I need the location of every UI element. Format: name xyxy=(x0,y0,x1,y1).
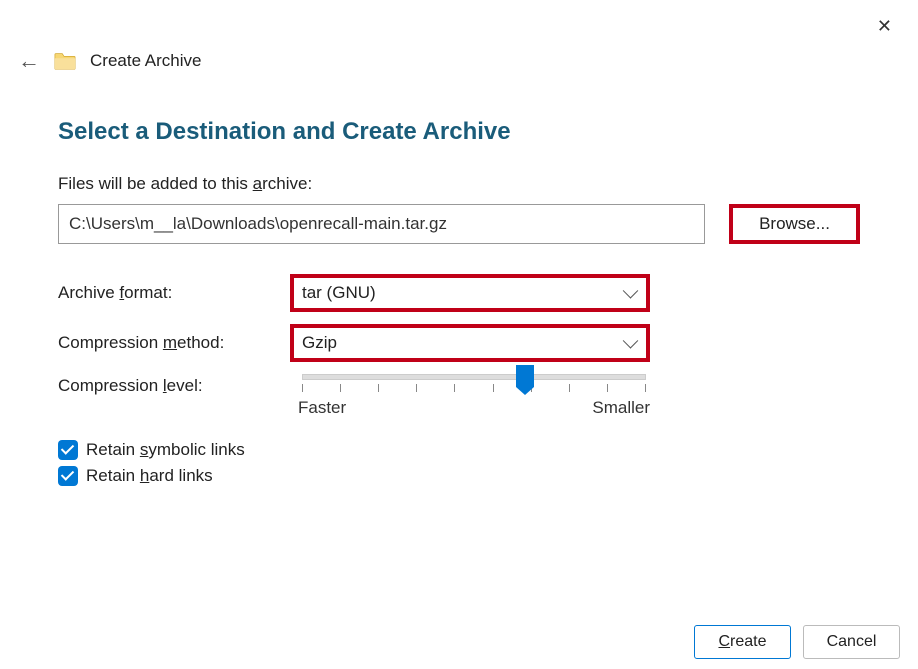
header-bar: ← Create Archive xyxy=(0,0,918,72)
browse-button[interactable]: Browse... xyxy=(729,204,860,244)
page-heading: Select a Destination and Create Archive xyxy=(58,118,860,146)
retain-hard-links-label: Retain hard links xyxy=(86,466,213,486)
slider-faster-label: Faster xyxy=(298,398,346,418)
compression-method-label: Compression method: xyxy=(58,333,290,353)
create-button[interactable]: Create xyxy=(694,625,791,659)
slider-thumb[interactable] xyxy=(516,365,534,387)
compression-method-dropdown[interactable]: Gzip xyxy=(290,324,650,362)
retain-hard-links-checkbox[interactable] xyxy=(58,466,78,486)
retain-symbolic-links-checkbox[interactable] xyxy=(58,440,78,460)
slider-smaller-label: Smaller xyxy=(592,398,650,418)
compression-method-value: Gzip xyxy=(302,333,337,353)
archive-format-label: Archive format: xyxy=(58,283,290,303)
window-title: Create Archive xyxy=(90,51,202,71)
retain-symbolic-links-label: Retain symbolic links xyxy=(86,440,245,460)
compression-level-label: Compression level: xyxy=(58,374,290,396)
slider-ticks xyxy=(302,384,646,392)
archive-path-label: Files will be added to this archive: xyxy=(58,174,860,194)
back-button[interactable]: ← xyxy=(18,50,40,72)
archive-path-input[interactable] xyxy=(58,204,705,244)
close-button[interactable]: ✕ xyxy=(869,12,900,41)
archive-format-dropdown[interactable]: tar (GNU) xyxy=(290,274,650,312)
folder-icon xyxy=(54,51,76,71)
cancel-button[interactable]: Cancel xyxy=(803,625,900,659)
compression-level-slider[interactable] xyxy=(302,374,646,380)
archive-format-value: tar (GNU) xyxy=(302,283,376,303)
